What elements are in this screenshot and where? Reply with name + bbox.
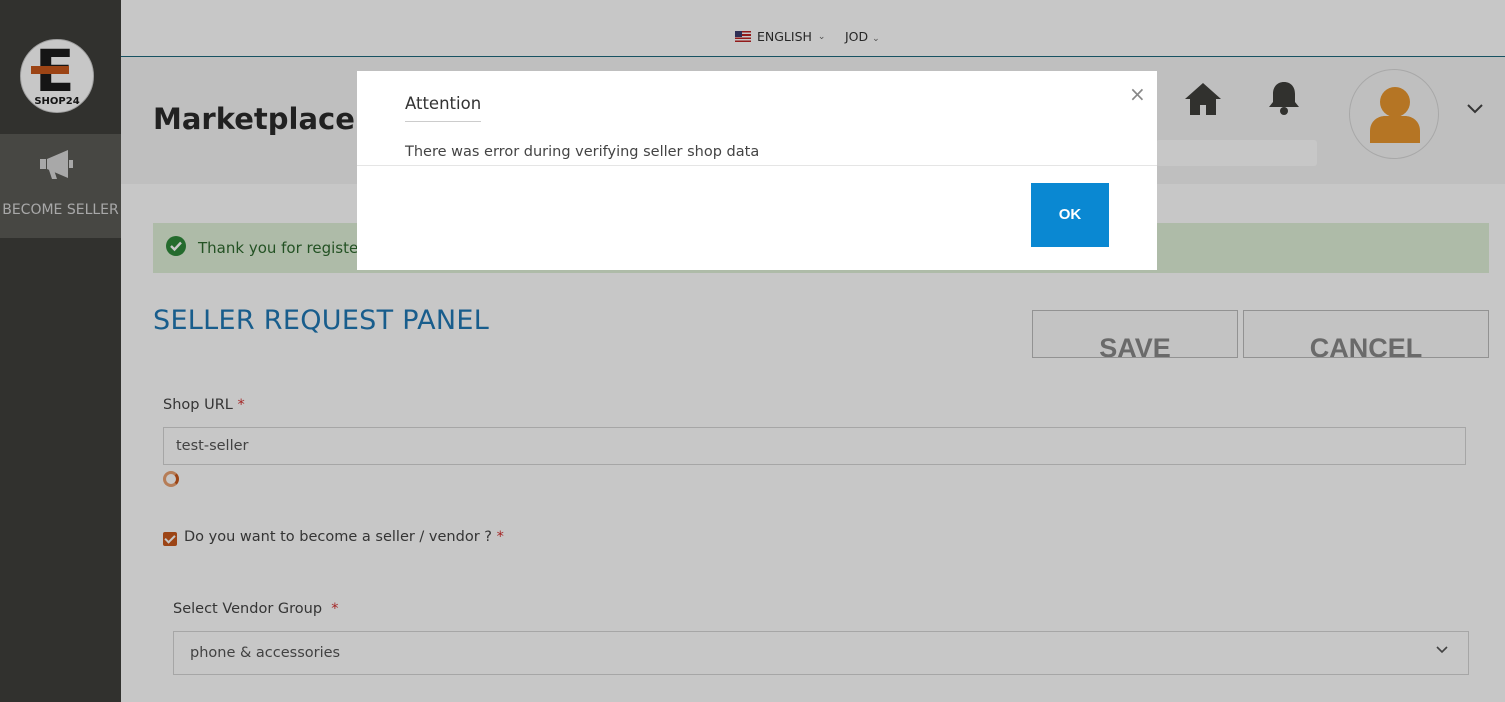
dialog-message: There was error during verifying seller … bbox=[405, 144, 760, 160]
ok-button[interactable]: OK bbox=[1031, 183, 1109, 247]
dialog-header: Attention × There was error during verif… bbox=[357, 71, 1157, 166]
attention-dialog: Attention × There was error during verif… bbox=[357, 71, 1157, 270]
dialog-title: Attention bbox=[405, 94, 482, 122]
close-icon[interactable]: × bbox=[1129, 84, 1146, 104]
